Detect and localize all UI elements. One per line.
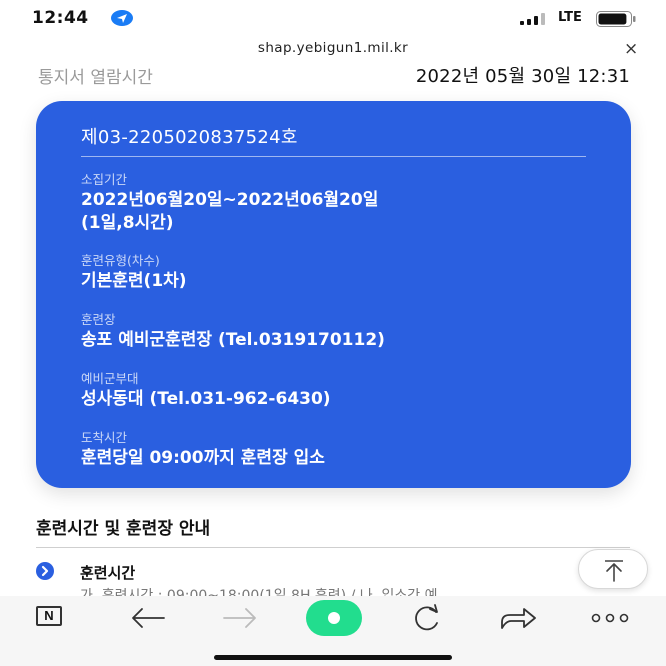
signal-bars-icon: [520, 13, 545, 25]
field-value-arrival-time: 훈련당일 09:00까지 훈련장 입소: [81, 448, 325, 468]
home-button[interactable]: [306, 600, 362, 636]
training-time-heading[interactable]: 훈련시간: [80, 562, 135, 583]
status-time: 12:44: [32, 8, 89, 28]
field-value-training-type: 기본훈련(1차): [81, 271, 187, 291]
notice-view-time-value: 2022년 05월 30일 12:31: [415, 66, 630, 87]
field-value-call-period-duration: (1일,8시간): [81, 213, 174, 233]
arrow-up-icon: [605, 560, 623, 582]
notice-number: 제03-2205020837524호: [81, 127, 298, 148]
battery-icon: [596, 11, 636, 27]
field-label-call-period: 소집기간: [81, 172, 128, 187]
close-icon[interactable]: ×: [624, 39, 638, 59]
field-label-reserve-unit: 예비군부대: [81, 371, 139, 386]
location-arrow-icon: [111, 10, 133, 26]
share-icon[interactable]: [496, 604, 540, 632]
field-value-call-period: 2022년06월20일~2022년06월20일: [81, 190, 379, 210]
field-label-arrival-time: 도착시간: [81, 430, 128, 445]
refresh-icon[interactable]: [404, 604, 448, 632]
more-icon[interactable]: [588, 604, 632, 632]
home-indicator: [214, 655, 452, 660]
notice-view-time-label: 통지서 열람시간: [38, 68, 153, 88]
field-value-training-ground[interactable]: 송포 예비군훈련장 (Tel.0319170112): [81, 329, 385, 351]
notice-card: 제03-2205020837524호 소집기간 2022년06월20일~2022…: [36, 101, 631, 488]
field-label-training-type: 훈련유형(차수): [81, 253, 160, 268]
field-label-training-ground: 훈련장: [81, 312, 116, 327]
browser-url-bar[interactable]: shap.yebigun1.mil.kr ×: [0, 36, 666, 62]
chevron-right-circle-icon: [36, 562, 54, 580]
forward-arrow-icon[interactable]: [218, 604, 262, 632]
training-guide-title: 훈련시간 및 훈련장 안내: [36, 519, 211, 539]
home-icon: [328, 612, 340, 624]
status-bar: 12:44 LTE: [0, 0, 666, 36]
card-divider: [81, 156, 586, 157]
section-divider: [36, 547, 630, 548]
naver-home-button[interactable]: N: [36, 606, 62, 626]
field-value-reserve-unit[interactable]: 성사동대 (Tel.031-962-6430): [81, 388, 331, 410]
scroll-to-top-button[interactable]: [578, 549, 648, 589]
url-text[interactable]: shap.yebigun1.mil.kr: [0, 40, 666, 56]
notice-view-time-row: 통지서 열람시간 2022년 05월 30일 12:31: [38, 62, 634, 88]
back-arrow-icon[interactable]: [126, 604, 170, 632]
network-type: LTE: [558, 10, 582, 25]
